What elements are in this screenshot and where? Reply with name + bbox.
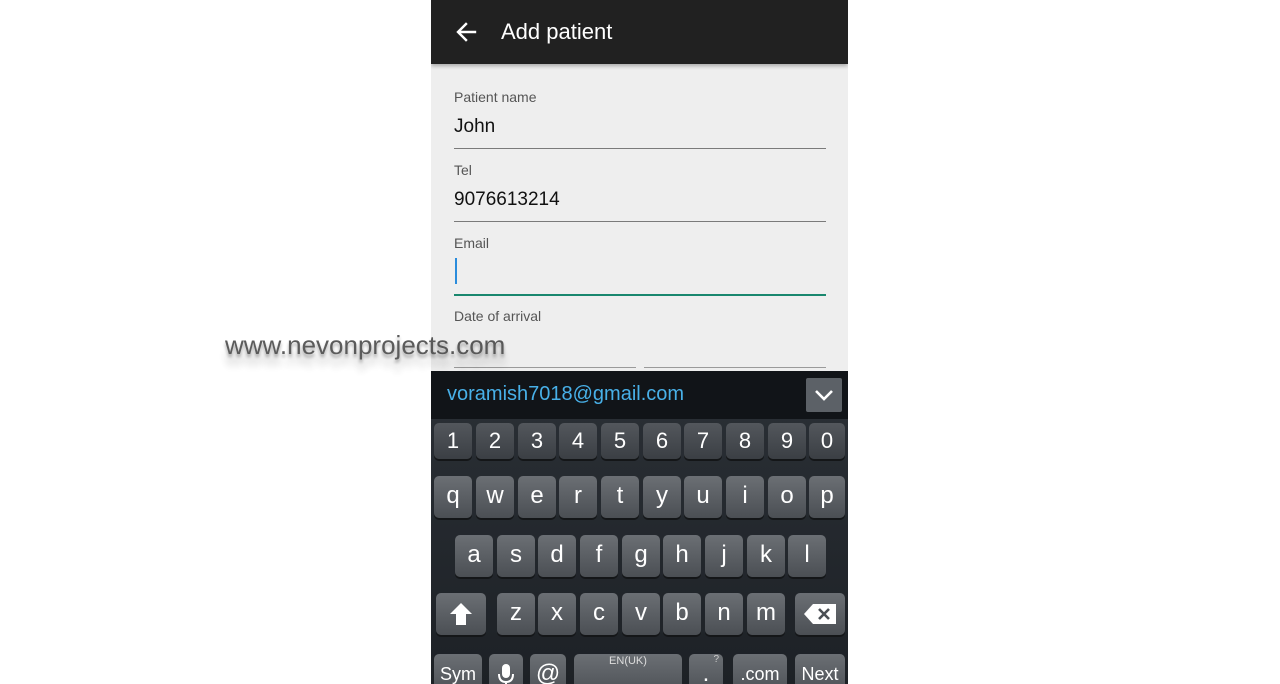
soft-keyboard: voramish7018@gmail.com 1 2 3 4 5 6 7 8 9… bbox=[431, 371, 848, 684]
key-7[interactable]: 7 bbox=[684, 423, 722, 459]
key-6[interactable]: 6 bbox=[643, 423, 681, 459]
date-input-underline[interactable] bbox=[454, 367, 636, 368]
key-a[interactable]: a bbox=[455, 535, 493, 577]
key-n[interactable]: n bbox=[705, 593, 743, 635]
text-caret bbox=[455, 258, 457, 284]
patient-name-field[interactable]: Patient name John bbox=[454, 64, 826, 149]
key-z[interactable]: z bbox=[497, 593, 535, 635]
sym-key[interactable]: Sym bbox=[434, 654, 482, 684]
microphone-icon[interactable] bbox=[489, 654, 523, 684]
period-hint: ? bbox=[713, 654, 719, 665]
key-u[interactable]: u bbox=[684, 476, 722, 518]
email-field[interactable]: Email bbox=[454, 210, 826, 296]
next-key[interactable]: Next bbox=[795, 654, 845, 684]
key-y[interactable]: y bbox=[643, 476, 681, 518]
key-2[interactable]: 2 bbox=[476, 423, 514, 459]
key-j[interactable]: j bbox=[705, 535, 743, 577]
key-h[interactable]: h bbox=[663, 535, 701, 577]
period-key[interactable]: . ? bbox=[689, 654, 723, 684]
watermark-text: www.nevonprojects.com bbox=[225, 330, 506, 360]
email-label: Email bbox=[454, 235, 490, 251]
key-g[interactable]: g bbox=[622, 535, 660, 577]
backspace-icon[interactable] bbox=[795, 593, 845, 635]
page-title: Add patient bbox=[501, 19, 613, 44]
patient-name-input[interactable]: John bbox=[454, 116, 495, 138]
at-key[interactable]: @ bbox=[530, 654, 566, 684]
key-d[interactable]: d bbox=[538, 535, 576, 577]
tel-input[interactable]: 9076613214 bbox=[454, 189, 560, 211]
key-w[interactable]: w bbox=[476, 476, 514, 518]
tel-field[interactable]: Tel 9076613214 bbox=[454, 137, 826, 222]
key-9[interactable]: 9 bbox=[768, 423, 806, 459]
patient-name-label: Patient name bbox=[454, 89, 537, 105]
date-of-arrival-field[interactable]: Date of arrival bbox=[454, 283, 826, 368]
key-t[interactable]: t bbox=[601, 476, 639, 518]
space-key[interactable]: EN(UK) bbox=[574, 654, 682, 684]
key-m[interactable]: m bbox=[747, 593, 785, 635]
key-k[interactable]: k bbox=[747, 535, 785, 577]
key-s[interactable]: s bbox=[497, 535, 535, 577]
key-e[interactable]: e bbox=[518, 476, 556, 518]
app-bar: Add patient bbox=[431, 0, 848, 64]
key-b[interactable]: b bbox=[663, 593, 701, 635]
key-f[interactable]: f bbox=[580, 535, 618, 577]
key-q[interactable]: q bbox=[434, 476, 472, 518]
key-v[interactable]: v bbox=[622, 593, 660, 635]
key-0[interactable]: 0 bbox=[809, 423, 845, 459]
key-o[interactable]: o bbox=[768, 476, 806, 518]
key-3[interactable]: 3 bbox=[518, 423, 556, 459]
key-1[interactable]: 1 bbox=[434, 423, 472, 459]
chevron-down-icon[interactable] bbox=[806, 378, 842, 412]
period-label: . bbox=[702, 660, 710, 684]
patient-form: Patient name John Tel 9076613214 Email D… bbox=[454, 64, 826, 368]
key-4[interactable]: 4 bbox=[559, 423, 597, 459]
key-x[interactable]: x bbox=[538, 593, 576, 635]
key-p[interactable]: p bbox=[809, 476, 845, 518]
key-i[interactable]: i bbox=[726, 476, 764, 518]
date-of-arrival-label: Date of arrival bbox=[454, 308, 542, 324]
arrow-back-icon[interactable] bbox=[451, 17, 481, 47]
suggestion-bar: voramish7018@gmail.com bbox=[431, 371, 848, 419]
key-r[interactable]: r bbox=[559, 476, 597, 518]
tel-label: Tel bbox=[454, 162, 472, 178]
dotcom-key[interactable]: .com bbox=[733, 654, 787, 684]
shift-arrow-icon[interactable] bbox=[436, 593, 486, 635]
key-c[interactable]: c bbox=[580, 593, 618, 635]
key-8[interactable]: 8 bbox=[726, 423, 764, 459]
email-suggestion[interactable]: voramish7018@gmail.com bbox=[447, 383, 684, 406]
key-l[interactable]: l bbox=[788, 535, 826, 577]
space-language-label: EN(UK) bbox=[609, 655, 647, 667]
time-input-underline[interactable] bbox=[644, 367, 826, 368]
key-5[interactable]: 5 bbox=[601, 423, 639, 459]
